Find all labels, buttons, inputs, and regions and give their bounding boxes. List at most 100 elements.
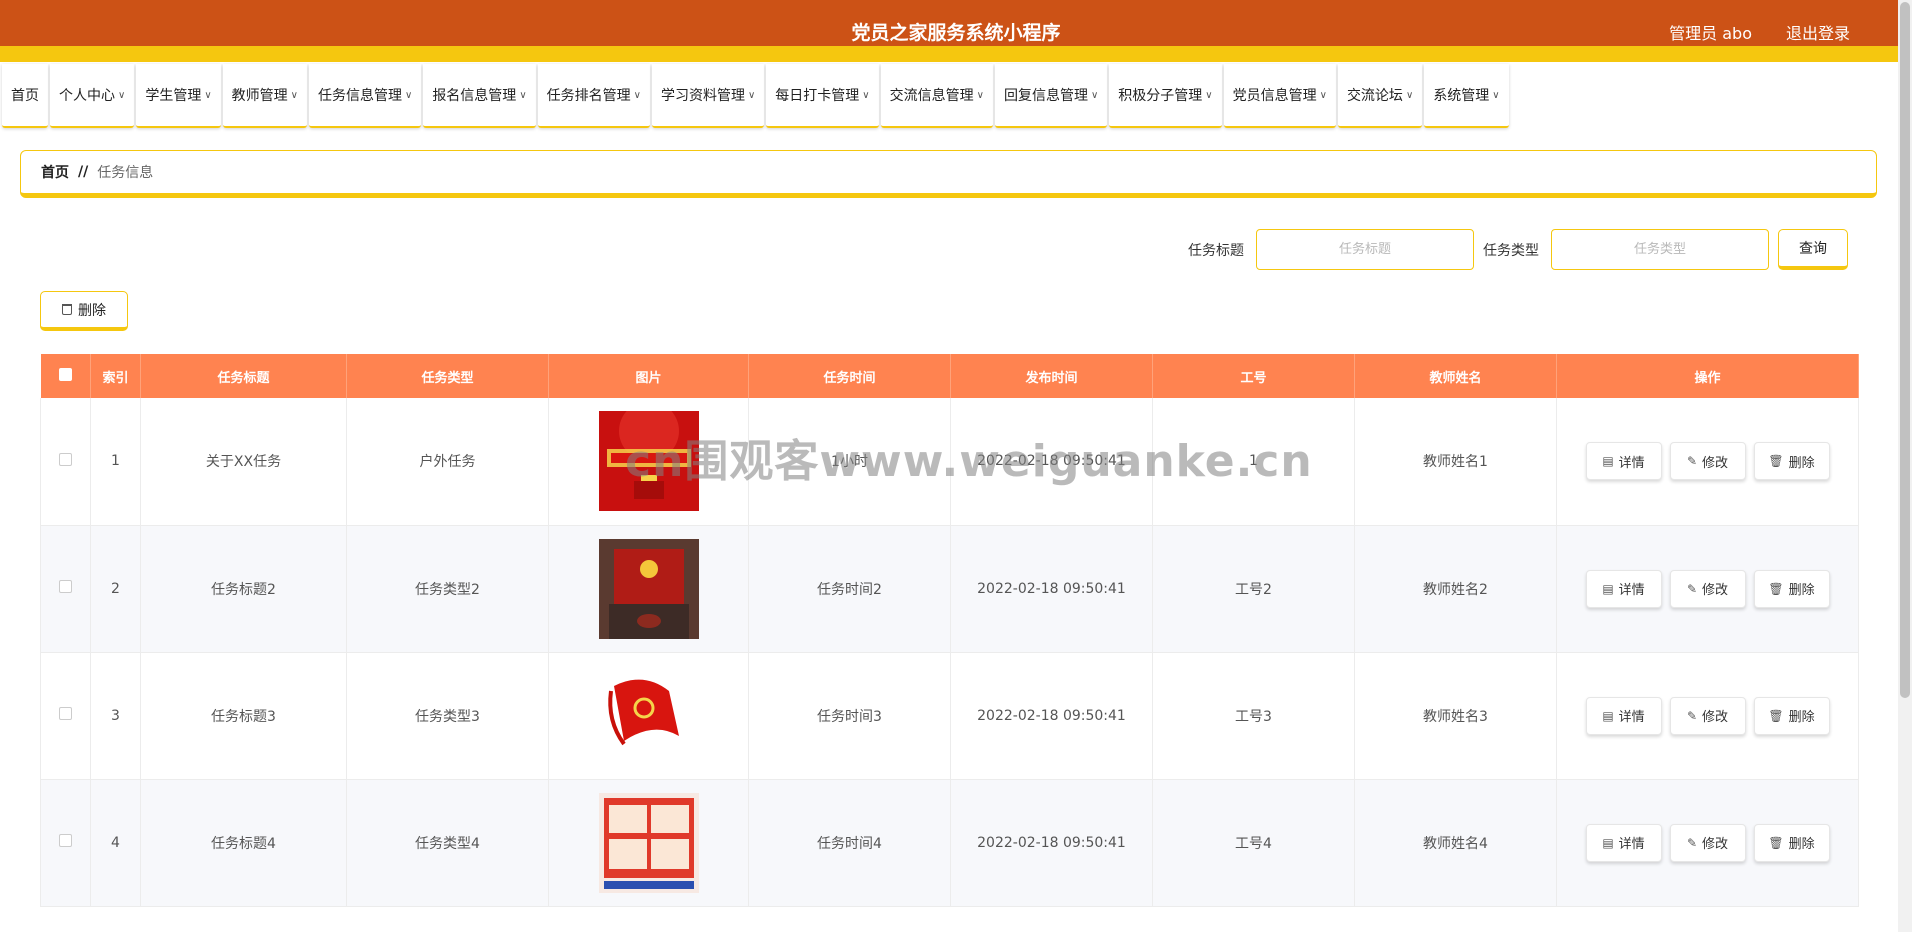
nav-item[interactable]: 首页 [2,64,48,128]
nav-item-label: 系统管理 [1433,88,1490,104]
pencil-icon: ✎ [1686,708,1698,723]
publish-time-cell: 2022-02-18 09:50:41 [950,652,1153,780]
nav-item[interactable]: 交流信息管理 ∨ [880,64,993,128]
party-poster-image [598,792,699,893]
logout-link[interactable]: 退出登录 [1786,20,1850,44]
detail-button[interactable]: ▤ 详情 [1585,442,1662,481]
nav-item-label: 学生管理 [145,88,202,104]
app-header: 党员之家服务系统小程序 管理员 abo 退出登录 [0,0,1912,62]
trash-icon: 🗑 [1768,454,1784,469]
row-index: 1 [90,398,141,526]
chevron-down-icon: ∨ [1319,89,1327,101]
select-all-cell[interactable] [40,354,91,398]
task-title-cell: 关于XX任务 [140,398,347,526]
app-title: 党员之家服务系统小程序 [851,22,1061,44]
teacher-name-cell: 教师姓名1 [1354,398,1557,526]
nav-item[interactable]: 学生管理 ∨ [136,64,221,128]
delete-button[interactable]: 🗑 删除 [1753,569,1830,608]
nav-item[interactable]: 积极分子管理 ∨ [1109,64,1222,128]
nav-item[interactable]: 交流论坛 ∨ [1337,64,1423,128]
edit-button[interactable]: ✎ 修改 [1669,696,1746,735]
row-select-cell[interactable] [40,525,91,653]
current-user: 管理员 abo [1669,24,1752,43]
nav-item-label: 交流论坛 [1346,88,1403,104]
nav-item-label: 交流信息管理 [889,88,974,104]
detail-button[interactable]: ▤ 详情 [1585,569,1662,608]
edit-label: 修改 [1702,710,1729,725]
teacher-name-cell: 教师姓名3 [1354,652,1557,780]
publish-time-cell: 2022-02-18 09:50:41 [950,525,1153,653]
task-title-input[interactable] [1256,229,1474,270]
chevron-down-icon: ∨ [404,89,413,101]
job-number-cell: 1 [1152,398,1355,526]
task-table: 索引 任务标题 任务类型 图片 任务时间 发布时间 工号 教师姓名 操作 1 关于… [40,354,1859,907]
table-row: 4 任务标题4 任务类型4 任务时间4 2022-02-18 09:50:41 工号4 教师… [40,779,1859,907]
nav-item[interactable]: 报名信息管理 ∨ [423,64,536,128]
edit-button[interactable]: ✎ 修改 [1669,442,1746,481]
nav-item[interactable]: 学习资料管理 ∨ [651,64,765,128]
query-button[interactable]: 查询 [1778,229,1848,270]
row-index: 3 [90,652,141,780]
detail-label: 详情 [1618,583,1645,598]
breadcrumb-home[interactable]: 首页 [41,162,69,182]
trash-icon: 🗑 [1768,708,1784,723]
column-header: 工号 [1152,354,1355,398]
delete-button[interactable]: 🗑 删除 [1753,823,1830,862]
nav-item[interactable]: 教师管理 ∨ [222,64,307,128]
edit-label: 修改 [1702,455,1729,471]
image-cell [548,398,749,526]
party-hall-image [598,538,699,639]
nav-item[interactable]: 系统管理 ∨ [1424,64,1509,128]
document-icon: ▤ [1602,581,1614,596]
row-checkbox[interactable] [59,452,72,466]
nav-item-label: 党员信息管理 [1232,88,1317,104]
pencil-icon: ✎ [1686,454,1698,469]
chevron-down-icon: ∨ [204,89,212,101]
row-checkbox[interactable] [59,707,72,720]
delete-button[interactable]: 🗑 删除 [1753,696,1830,735]
column-header: 图片 [548,354,749,398]
top-nav: 首页 个人中心 ∨ 学生管理 ∨ 教师管理 ∨ 任务信息管理 ∨ 报名信息管理 ∨ 任务排名管理 ∨ 学习… [2,64,1511,128]
pencil-icon: ✎ [1686,835,1698,850]
detail-label: 详情 [1618,710,1645,725]
task-type-label: 任务类型 [1483,243,1539,259]
party-flag-image [598,665,699,766]
edit-button[interactable]: ✎ 修改 [1669,569,1746,608]
detail-label: 详情 [1618,837,1645,852]
delete-label: 删除 [1788,837,1815,852]
edit-button[interactable]: ✎ 修改 [1669,823,1746,862]
batch-delete-button[interactable]: 删除 [40,291,128,331]
row-checkbox[interactable] [59,834,72,847]
task-type-cell: 任务类型3 [346,652,549,780]
trash-icon [62,304,72,315]
scrollbar-thumb[interactable] [1900,2,1910,698]
detail-button[interactable]: ▤ 详情 [1585,823,1662,862]
nav-item[interactable]: 回复信息管理 ∨ [994,64,1108,128]
chevron-down-icon: ∨ [290,89,298,101]
image-cell [548,525,749,653]
trash-icon: 🗑 [1768,581,1784,596]
nav-item[interactable]: 每日打卡管理 ∨ [766,64,879,128]
task-type-input[interactable] [1551,229,1769,270]
row-checkbox[interactable] [59,580,72,593]
row-select-cell[interactable] [40,779,91,907]
nav-item-label: 报名信息管理 [432,88,517,104]
teacher-name-cell: 教师姓名2 [1354,525,1557,653]
row-select-cell[interactable] [40,652,91,780]
row-select-cell[interactable] [40,398,91,526]
nav-item[interactable]: 任务排名管理 ∨ [537,64,650,128]
task-title-cell: 任务标题2 [140,525,347,653]
task-title-cell: 任务标题4 [140,779,347,907]
delete-button[interactable]: 🗑 删除 [1753,442,1830,481]
nav-item-label: 教师管理 [231,88,288,104]
nav-item[interactable]: 党员信息管理 ∨ [1223,64,1336,128]
nav-item[interactable]: 个人中心 ∨ [50,64,135,128]
detail-button[interactable]: ▤ 详情 [1585,696,1662,735]
nav-item-label: 任务排名管理 [546,88,631,104]
task-time-cell: 任务时间3 [748,652,951,780]
nav-item[interactable]: 任务信息管理 ∨ [308,64,422,128]
publish-time-cell: 2022-02-18 09:50:41 [950,779,1153,907]
page-scrollbar[interactable] [1898,0,1912,932]
publish-time-cell: 2022-02-18 09:50:41 [950,398,1153,526]
select-all-checkbox[interactable] [58,367,72,381]
